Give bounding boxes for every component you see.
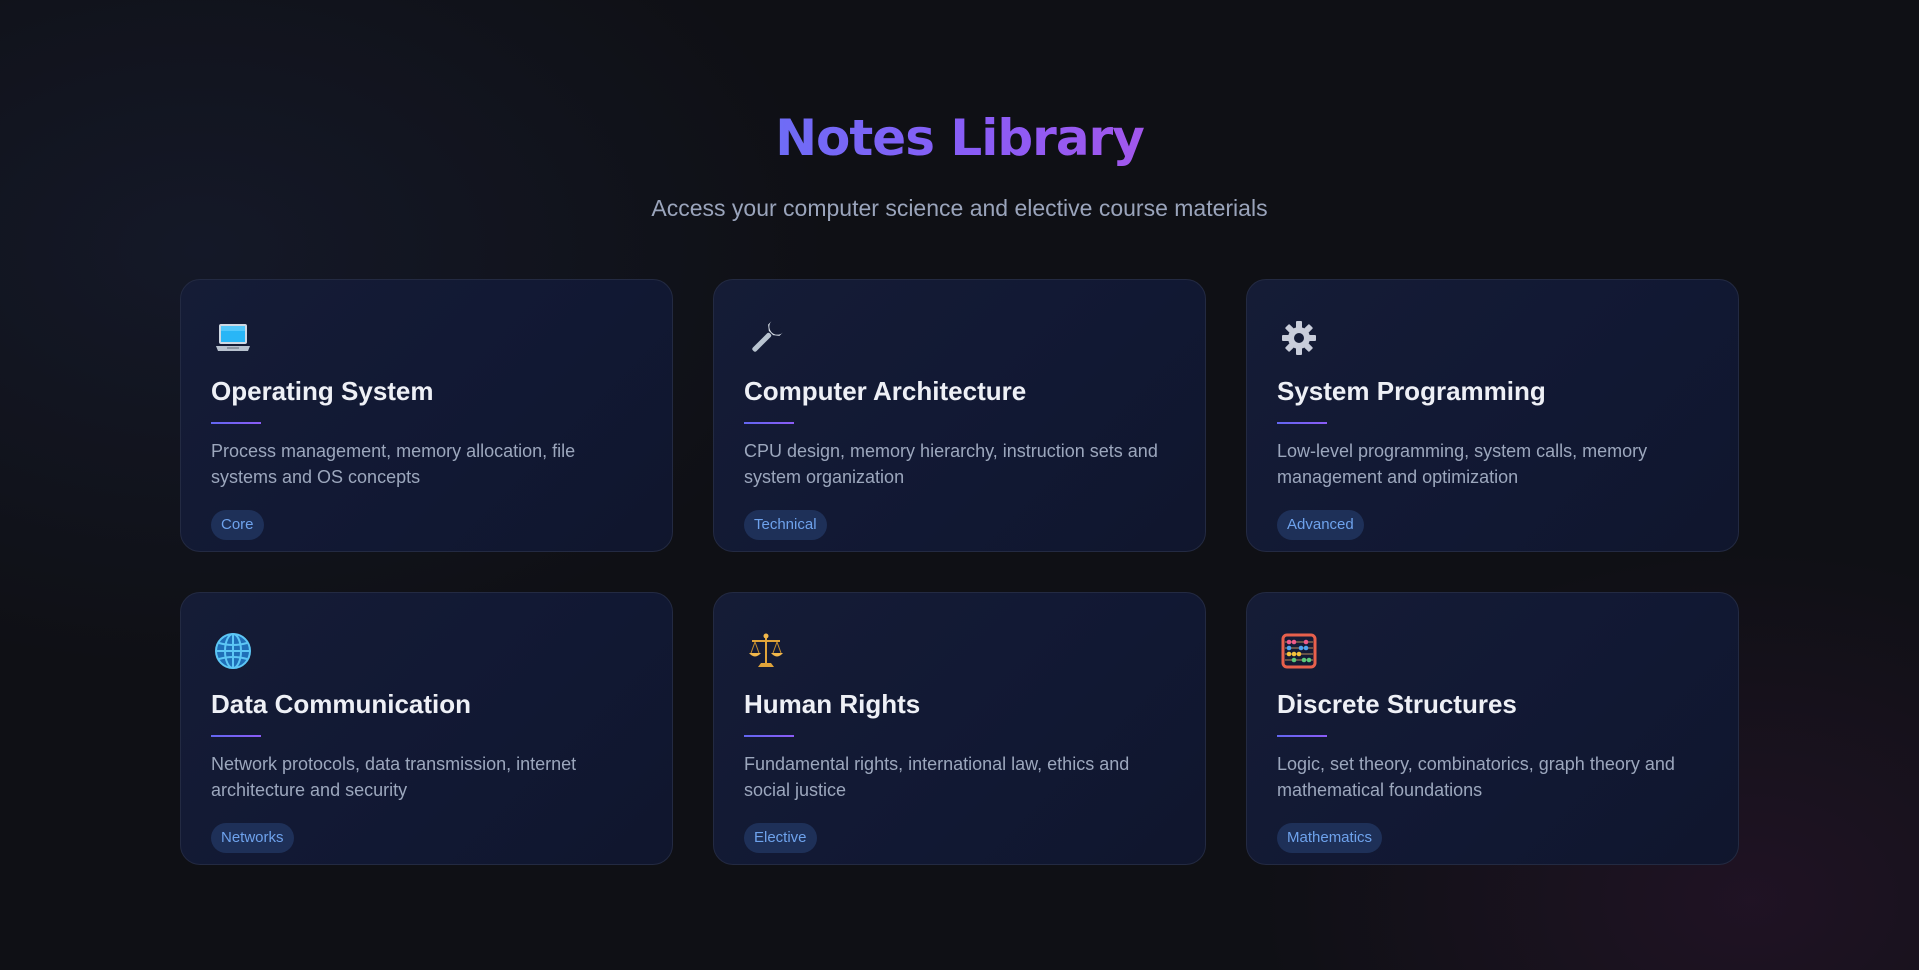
course-card-operating-system[interactable]: Operating System Process management, mem…: [180, 279, 673, 552]
card-title: System Programming: [1277, 376, 1546, 406]
category-badge: Networks: [211, 823, 294, 853]
card-description: Network protocols, data transmission, in…: [211, 754, 577, 800]
course-card-data-communication[interactable]: Data Communication Network protocols, da…: [180, 592, 673, 865]
card-description: Logic, set theory, combinatorics, graph …: [1277, 754, 1675, 800]
title-underline: [1277, 422, 1327, 424]
card-description: Fundamental rights, international law, e…: [744, 754, 1130, 800]
card-title: Computer Architecture: [744, 376, 1027, 406]
card-description: Process management, memory allocation, f…: [211, 441, 576, 487]
card-description: Low-level programming, system calls, mem…: [1277, 441, 1648, 487]
notes-grid: Operating System Process management, mem…: [180, 279, 1740, 865]
wrench-icon: [744, 316, 788, 360]
category-badge: Advanced: [1277, 510, 1364, 540]
gear-icon: [1277, 316, 1321, 360]
card-title: Human Rights: [744, 689, 921, 719]
category-badge: Technical: [744, 510, 827, 540]
card-title: Operating System: [211, 376, 434, 406]
course-card-system-programming[interactable]: System Programming Low-level programming…: [1246, 279, 1739, 552]
category-badge: Elective: [744, 823, 817, 853]
scales-icon: [744, 629, 788, 673]
category-badge: Core: [211, 510, 264, 540]
title-underline: [211, 735, 261, 737]
card-title: Discrete Structures: [1277, 689, 1517, 719]
title-underline: [744, 735, 794, 737]
card-description: CPU design, memory hierarchy, instructio…: [744, 441, 1158, 487]
laptop-icon: [211, 316, 255, 360]
course-card-human-rights[interactable]: Human Rights Fundamental rights, interna…: [713, 592, 1206, 865]
globe-icon: [211, 629, 255, 673]
page-subtitle: Access your computer science and electiv…: [651, 195, 1268, 221]
page-title: Notes Library: [775, 105, 1145, 171]
card-title: Data Communication: [211, 689, 472, 719]
title-underline: [211, 422, 261, 424]
title-underline: [1277, 735, 1327, 737]
abacus-icon: [1277, 629, 1321, 673]
title-underline: [744, 422, 794, 424]
category-badge: Mathematics: [1277, 823, 1383, 853]
page-header: Notes Library Access your computer scien…: [0, 105, 1919, 223]
course-card-computer-architecture[interactable]: Computer Architecture CPU design, memory…: [713, 279, 1206, 552]
course-card-discrete-structures[interactable]: Discrete Structures Logic, set theory, c…: [1246, 592, 1739, 865]
